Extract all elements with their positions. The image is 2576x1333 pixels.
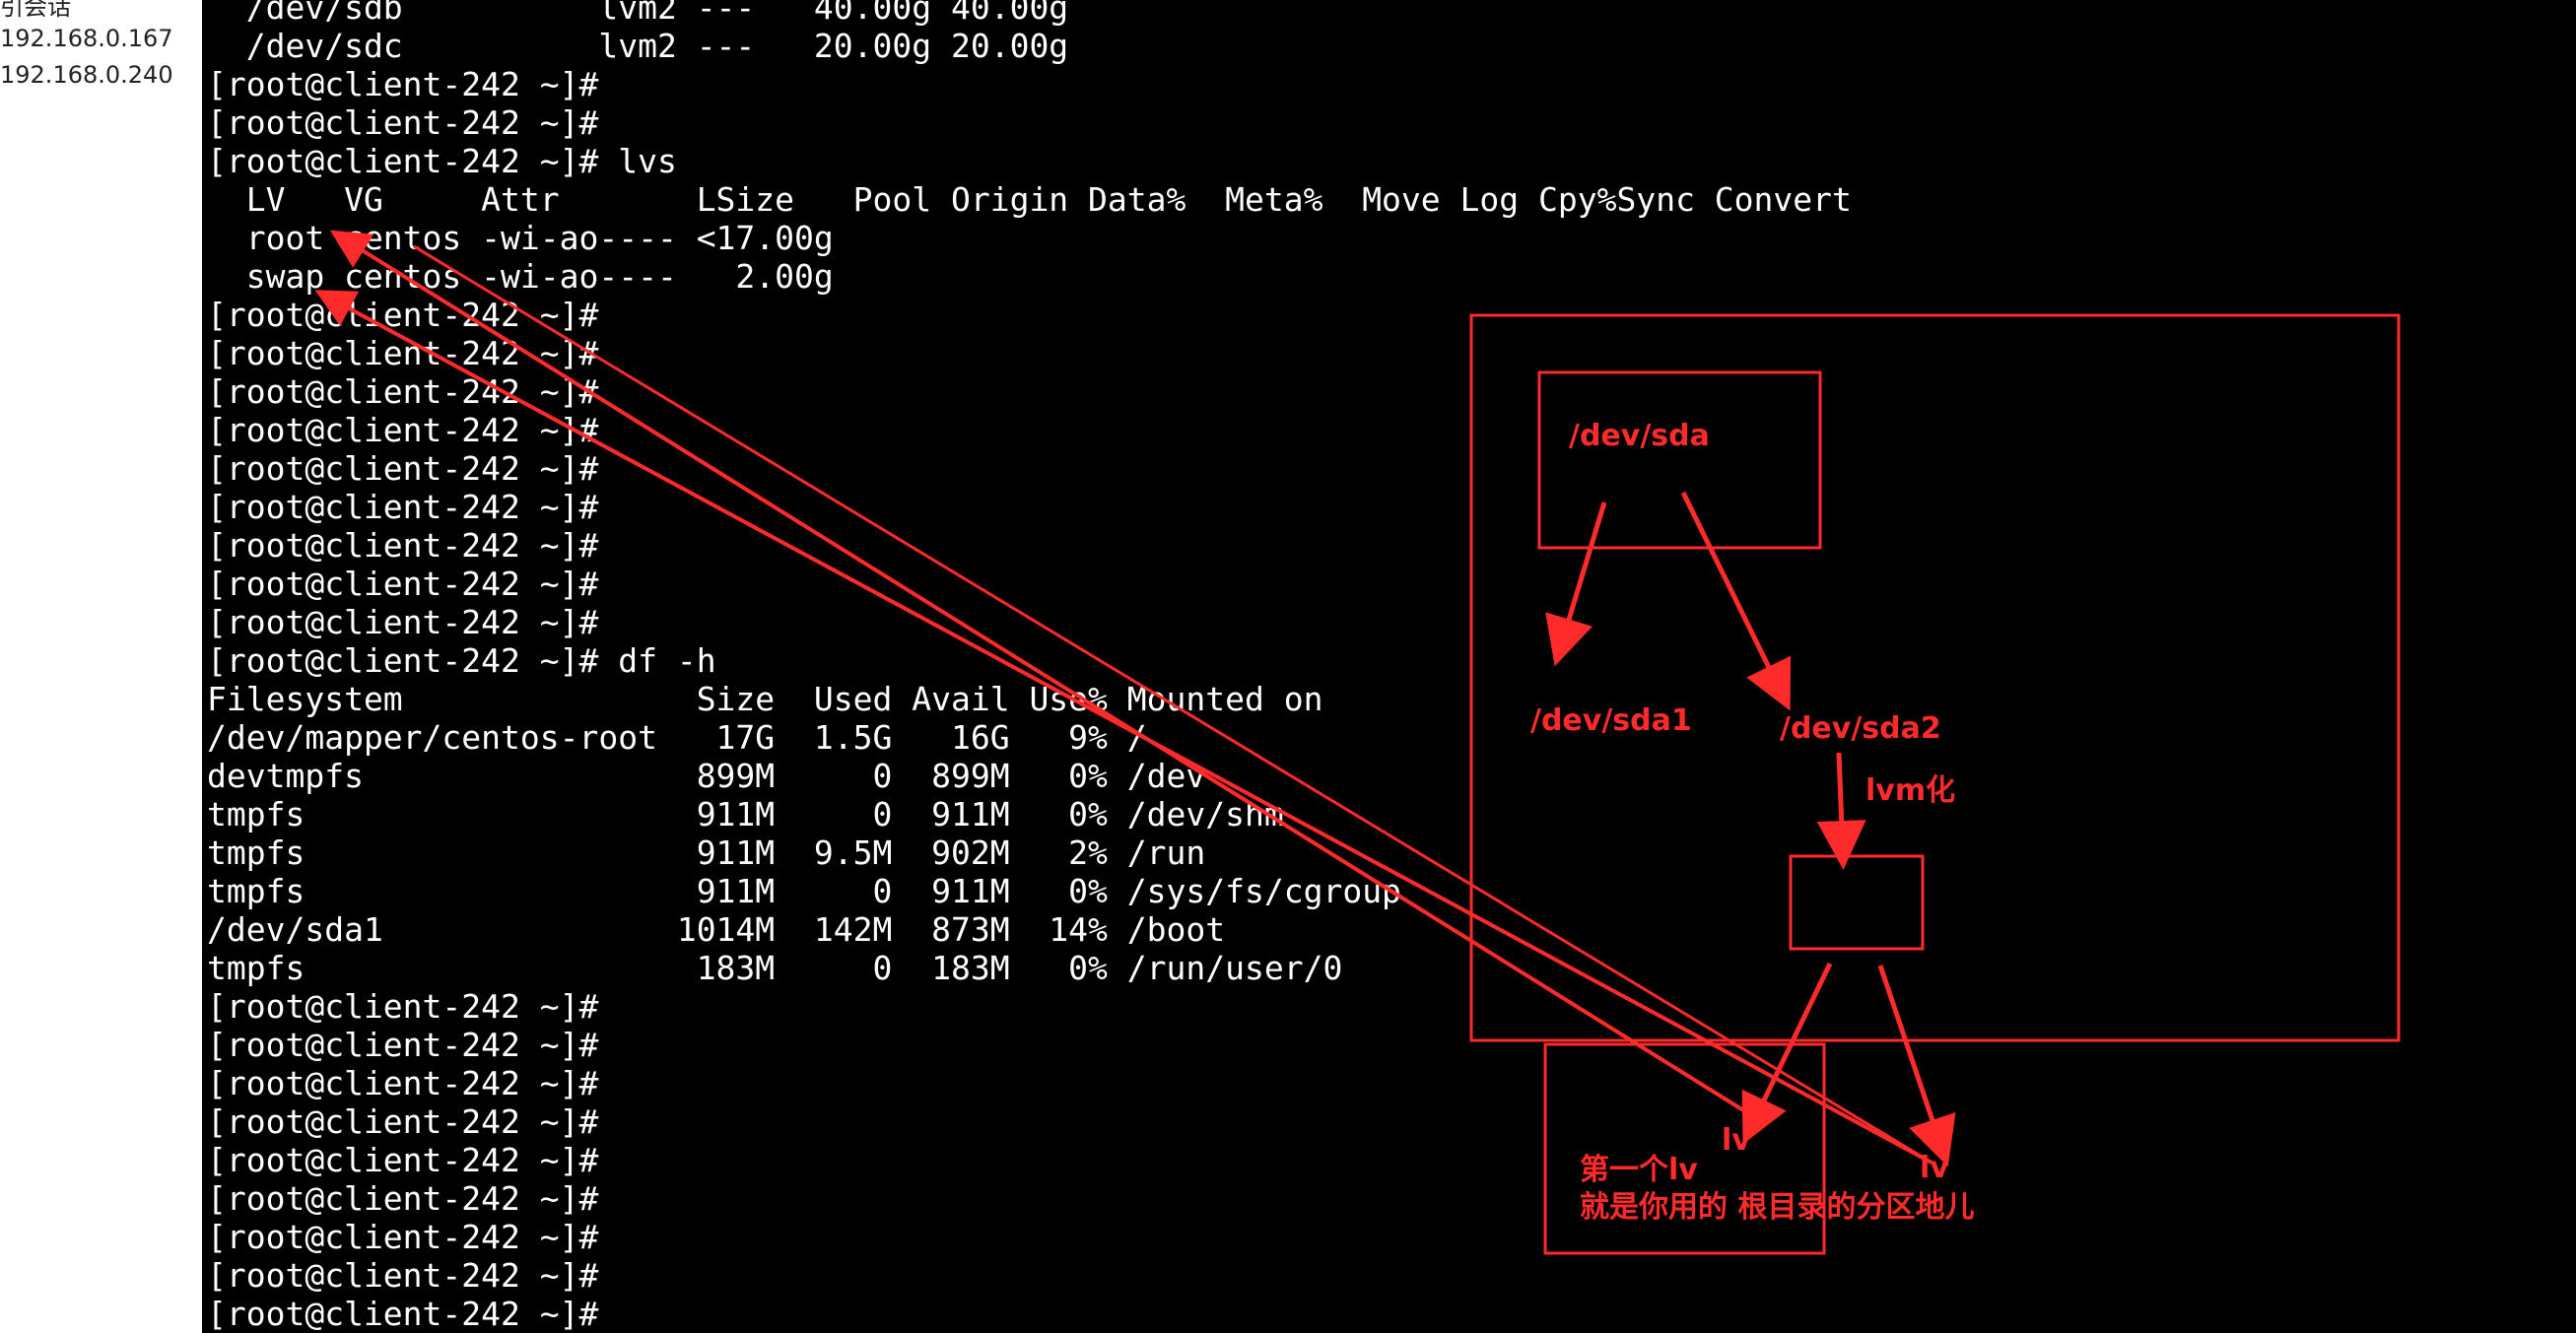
label-lv-1: lv [1722,1123,1751,1158]
terminal-line: [root@client-242 ~]# [207,488,599,526]
label-lvm: lvm化 [1865,773,1956,808]
terminal-output: /dev/sdb lvm2 --- 40.00g 40.00g /dev/sdc… [207,0,1852,1333]
terminal-line: [root@client-242 ~]# [207,1064,599,1102]
terminal-line: /dev/sdc lvm2 --- 20.00g 20.00g [207,27,1069,65]
terminal-line: /dev/sda1 1014M 142M 873M 14% /boot [207,910,1226,949]
terminal-line: [root@client-242 ~]# [207,987,599,1026]
label-sda2: /dev/sda2 [1780,711,1941,746]
terminal-line: /dev/sdb lvm2 --- 40.00g 40.00g [207,0,1069,27]
terminal-line: [root@client-242 ~]# [207,565,599,603]
note-root-partition: 就是你用的 根目录的分区地儿 [1580,1190,1975,1225]
terminal-line: [root@client-242 ~]# lvs [207,142,677,180]
terminal-line: tmpfs 911M 0 911M 0% /dev/shm [207,795,1284,833]
terminal-line: LV VG Attr LSize Pool Origin Data% Meta%… [207,180,1852,219]
session-item-192-168-0-240[interactable]: 192.168.0.240 [0,60,173,90]
session-list-header: 引会话 [0,0,71,21]
terminal-line: [root@client-242 ~]# [207,603,599,641]
terminal-line: [root@client-242 ~]# df -h [207,641,716,680]
terminal-line: [root@client-242 ~]# [207,1026,599,1064]
terminal-line: devtmpfs 899M 0 899M 0% /dev [207,757,1206,795]
terminal-line: [root@client-242 ~]# [207,296,599,334]
terminal-line: [root@client-242 ~]# [207,1295,599,1333]
label-sda: /dev/sda [1569,419,1710,453]
terminal-line: [root@client-242 ~]# [207,526,599,565]
note-first-lv: 第一个lv [1580,1153,1698,1187]
terminal-line: tmpfs 183M 0 183M 0% /run/user/0 [207,949,1343,987]
session-item-192-168-0-167[interactable]: 192.168.0.167 [0,24,173,53]
terminal-line: [root@client-242 ~]# [207,1256,599,1295]
terminal-line: [root@client-242 ~]# [207,65,599,103]
terminal-line: root centos -wi-ao---- <17.00g [207,219,834,257]
terminal-window[interactable]: /dev/sdb lvm2 --- 40.00g 40.00g /dev/sdc… [202,0,2576,1333]
terminal-line: swap centos -wi-ao---- 2.00g [207,257,834,296]
terminal-line: [root@client-242 ~]# [207,103,599,142]
terminal-line: tmpfs 911M 9.5M 902M 2% /run [207,833,1206,872]
terminal-line: [root@client-242 ~]# [207,1102,599,1141]
label-sda1: /dev/sda1 [1530,703,1692,738]
terminal-line: [root@client-242 ~]# [207,334,599,372]
session-sidebar: 引会话 192.168.0.167 192.168.0.240 [0,0,202,1333]
terminal-line: [root@client-242 ~]# [207,372,599,411]
label-lv-2: lv [1920,1151,1949,1185]
terminal-line: tmpfs 911M 0 911M 0% /sys/fs/cgroup [207,872,1401,910]
